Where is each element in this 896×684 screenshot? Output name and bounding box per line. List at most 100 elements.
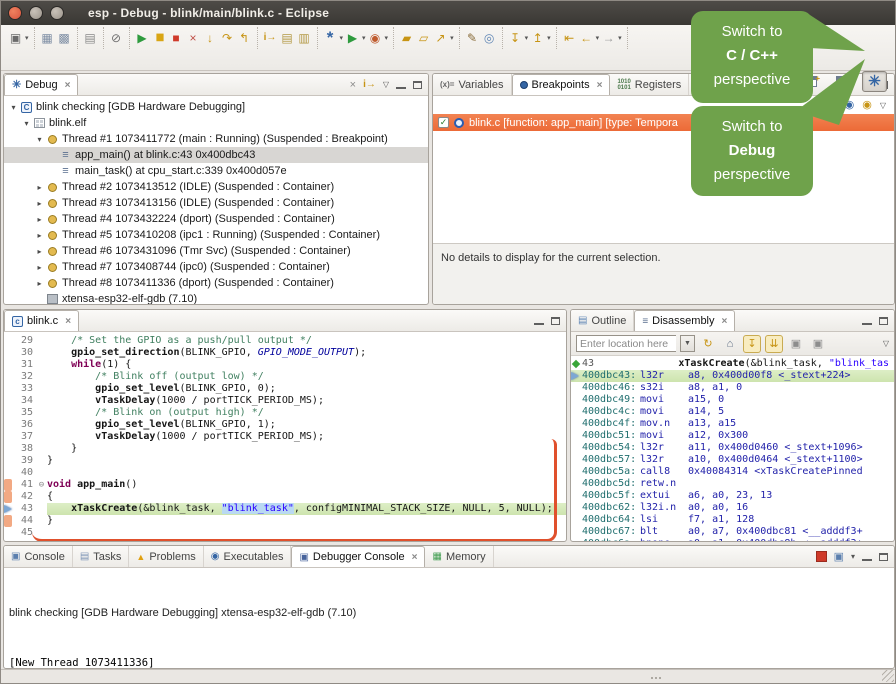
- step-return-icon[interactable]: ↰: [236, 28, 253, 48]
- tab-tasks[interactable]: ▤ Tasks: [73, 546, 130, 567]
- debug-tree-item[interactable]: ▸Thread #7 1073408744 (ipc0) (Suspended …: [4, 259, 428, 275]
- expand-arrow-icon[interactable]: ▸: [34, 279, 45, 288]
- expand-arrow-icon[interactable]: ▸: [34, 183, 45, 192]
- debug-tree-item[interactable]: ▸Thread #3 1073413156 (IDLE) (Suspended …: [4, 195, 428, 211]
- remove-all-terminated-icon[interactable]: ×: [350, 78, 356, 92]
- minimize-icon[interactable]: [396, 81, 406, 89]
- disassembly-listing[interactable]: 43 xTaskCreate(&blink_task, "blink_tas40…: [571, 357, 894, 541]
- code-area[interactable]: 29 /* Set the GPIO as a push/pull output…: [4, 332, 566, 541]
- tab-debug-close-icon[interactable]: ×: [65, 80, 71, 91]
- suspend-icon[interactable]: ▮▮: [151, 28, 168, 48]
- maximize-icon[interactable]: [879, 553, 888, 561]
- debug-tree-item[interactable]: ▸Thread #2 1073413512 (IDLE) (Suspended …: [4, 179, 428, 195]
- minimize-icon[interactable]: [534, 317, 544, 325]
- expand-arrow-icon[interactable]: ▾: [34, 135, 45, 144]
- new-wizard-dropdown-icon[interactable]: ▾: [25, 34, 29, 42]
- breakpoint-row[interactable]: ✓ blink.c [function: app_main] [type: Te…: [433, 114, 894, 131]
- debug-tree-item[interactable]: ▾blink.elf: [4, 115, 428, 131]
- back-icon[interactable]: ←: [578, 28, 595, 48]
- debug-tree-item[interactable]: ≡main_task() at cpu_start.c:339 0x400d05…: [4, 163, 428, 179]
- expand-arrow-icon[interactable]: ▸: [34, 263, 45, 272]
- breakpoint-checkbox[interactable]: ✓: [438, 117, 449, 128]
- maximize-icon[interactable]: [413, 81, 422, 89]
- debug-tree-item[interactable]: ▾Thread #1 1073411772 (main : Running) (…: [4, 131, 428, 147]
- debug-perspective-button[interactable]: ✳: [862, 71, 887, 92]
- external-tools-dropdown-icon[interactable]: ▾: [385, 34, 389, 42]
- tab-variables[interactable]: (x)= Variables: [433, 74, 512, 95]
- pin-view-icon[interactable]: ▣: [809, 335, 827, 353]
- format-brush-icon[interactable]: ✎: [464, 28, 481, 48]
- step-over-icon[interactable]: ↷: [219, 28, 236, 48]
- console-dropdown-icon[interactable]: ▾: [851, 552, 855, 561]
- prev-annotation-dropdown-icon[interactable]: ▾: [547, 34, 551, 42]
- view-menu-icon[interactable]: ▽: [880, 101, 886, 110]
- tab-registers[interactable]: 10100101 Registers: [610, 74, 689, 95]
- use-step-filters-icon[interactable]: ▥: [296, 28, 313, 48]
- follow-execution-toggle-icon[interactable]: ⇊: [765, 335, 783, 353]
- debug-launch-dropdown-icon[interactable]: ▾: [340, 34, 344, 42]
- run-launch-icon[interactable]: ▶: [344, 28, 361, 48]
- instruction-stepping-icon[interactable]: i→: [262, 28, 279, 48]
- tab-breakpoints-close-icon[interactable]: ×: [597, 80, 603, 91]
- last-edit-location-icon[interactable]: ⇤: [561, 28, 578, 48]
- tab-debugger-console-close-icon[interactable]: ×: [412, 552, 418, 563]
- run-launch-dropdown-icon[interactable]: ▾: [362, 34, 366, 42]
- next-annotation-dropdown-icon[interactable]: ▾: [525, 34, 529, 42]
- tab-breakpoints[interactable]: Breakpoints ×: [512, 74, 611, 95]
- minimize-icon[interactable]: [862, 553, 872, 561]
- terminate-icon[interactable]: [816, 551, 827, 562]
- debug-tree-item[interactable]: ▾Cblink checking [GDB Hardware Debugging…: [4, 99, 428, 115]
- window-maximize-button[interactable]: [50, 6, 64, 20]
- tab-blink-c[interactable]: c blink.c ×: [4, 310, 79, 331]
- save-all-icon[interactable]: ▩: [56, 28, 73, 48]
- back-dropdown-icon[interactable]: ▾: [596, 34, 600, 42]
- expand-arrow-icon[interactable]: ▸: [34, 199, 45, 208]
- expand-arrow-icon[interactable]: ▸: [34, 231, 45, 240]
- debug-tree-item[interactable]: ▸Thread #5 1073410208 (ipc1 : Running) (…: [4, 227, 428, 243]
- debug-tree-item[interactable]: xtensa-esp32-elf-gdb (7.10): [4, 291, 428, 304]
- maximize-icon[interactable]: [551, 317, 560, 325]
- tab-executables[interactable]: ◉ Executables: [204, 546, 292, 567]
- tab-outline[interactable]: ▤ Outline: [571, 310, 634, 331]
- debug-tree[interactable]: ▾Cblink checking [GDB Hardware Debugging…: [4, 96, 428, 304]
- expand-arrow-icon[interactable]: ▾: [8, 103, 19, 112]
- resize-grip[interactable]: [882, 670, 894, 682]
- show-source-icon[interactable]: ▤: [279, 28, 296, 48]
- sync-selection-toggle-icon[interactable]: ↧: [743, 335, 761, 353]
- tab-blink-c-close-icon[interactable]: ×: [65, 316, 71, 327]
- skip-all-breakpoints-icon[interactable]: ⊘: [108, 28, 125, 48]
- location-dropdown-icon[interactable]: ▼: [680, 335, 695, 352]
- tab-debugger-console[interactable]: ▣ Debugger Console ×: [291, 546, 425, 567]
- step-into-icon[interactable]: ↓: [202, 28, 219, 48]
- forward-icon[interactable]: →: [600, 28, 617, 48]
- view-menu-icon[interactable]: ▽: [883, 339, 889, 348]
- disconnect-icon[interactable]: ×: [185, 28, 202, 48]
- sash-handle[interactable]: [651, 677, 661, 679]
- tab-problems[interactable]: ▲ Problems: [129, 546, 203, 567]
- tab-debug[interactable]: ✳ Debug ×: [4, 74, 78, 95]
- new-wizard-icon[interactable]: ▣: [7, 28, 24, 48]
- fold-marker-icon[interactable]: ⊖: [36, 479, 47, 491]
- show-supported-breakpoints-icon[interactable]: ◉: [845, 98, 855, 112]
- sync-sphere-icon[interactable]: ◎: [481, 28, 498, 48]
- breakpoint-settings-icon[interactable]: ◉: [862, 98, 872, 112]
- tab-disassembly[interactable]: ≡ Disassembly ×: [634, 310, 735, 331]
- console-output[interactable]: blink checking [GDB Hardware Debugging] …: [4, 568, 894, 668]
- expand-arrow-icon[interactable]: ▾: [21, 119, 32, 128]
- forward-dropdown-icon[interactable]: ▾: [618, 34, 622, 42]
- resume-icon[interactable]: ▶: [134, 28, 151, 48]
- debug-tree-item[interactable]: ≡app_main() at blink.c:43 0x400dbc43: [4, 147, 428, 163]
- tab-disassembly-close-icon[interactable]: ×: [722, 316, 728, 327]
- open-project-icon[interactable]: ▰: [398, 28, 415, 48]
- minimize-icon[interactable]: [862, 317, 872, 325]
- home-icon[interactable]: ⌂: [721, 335, 739, 353]
- display-console-icon[interactable]: ▣: [834, 550, 844, 564]
- expand-arrow-icon[interactable]: ▸: [34, 215, 45, 224]
- window-minimize-button[interactable]: [29, 6, 43, 20]
- flash-dropdown-icon[interactable]: ▾: [450, 34, 454, 42]
- next-annotation-icon[interactable]: ↧: [507, 28, 524, 48]
- refresh-icon[interactable]: ↻: [699, 335, 717, 353]
- maximize-icon[interactable]: [879, 317, 888, 325]
- save-icon[interactable]: ▦: [39, 28, 56, 48]
- location-input[interactable]: Enter location here: [576, 335, 676, 352]
